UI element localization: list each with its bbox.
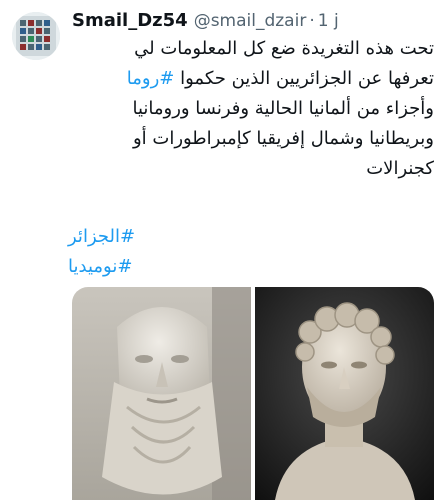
user-handle[interactable]: @smail_dzair [194,11,307,31]
hashtag-link[interactable]: #نوميديا [68,256,132,277]
tweet-line: وبريطانيا وشمال إفريقيا كإمبراطورات أو [132,128,434,149]
curly-bust-image [255,287,434,500]
media-grid [72,287,434,500]
tweet-header: Smail_Dz54 @smail_dzair · 1 j [72,10,339,36]
media-image[interactable] [255,287,434,500]
tweet-line: تحت هذه التغريدة ضع كل المعلومات لي [134,38,434,59]
hashtag-link[interactable]: #روما [127,68,175,89]
tweet-line: كجنرالات [366,158,434,179]
bearded-bust-image [72,287,251,500]
hashtag-list: #الجزائر #نوميديا [68,222,434,282]
tweet-line: تعرفها عن الجزائريين الذين حكموا #روما [68,64,434,94]
tweet-text: تحت هذه التغريدة ضع كل المعلومات لي تعرف… [68,34,434,184]
avatar-image [12,12,60,60]
separator-dot: · [309,11,315,31]
hashtag-link[interactable]: #الجزائر [68,226,135,247]
display-name[interactable]: Smail_Dz54 [72,10,188,31]
timestamp[interactable]: 1 j [318,11,339,31]
tweet-line: وأجزاء من ألمانيا الحالية وفرنسا وروماني… [132,98,434,119]
avatar[interactable] [12,12,60,60]
media-image[interactable] [72,287,251,500]
tweet-line-text: تعرفها عن الجزائريين الذين حكموا [174,68,434,89]
